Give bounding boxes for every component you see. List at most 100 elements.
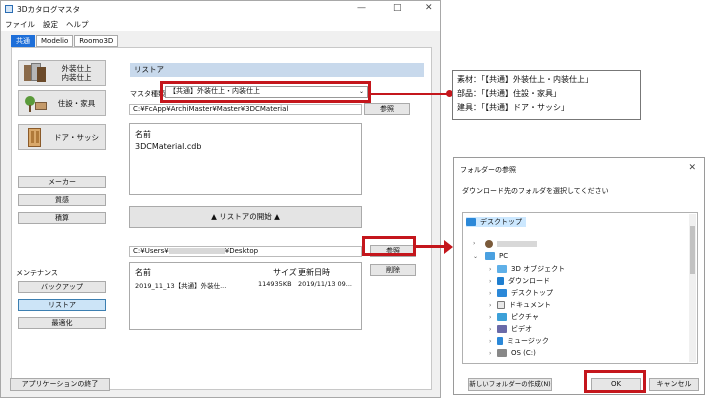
callout-line-material: 素材：「【共通】外装仕上・内装仕上」 <box>457 75 593 84</box>
folder-tree[interactable]: デスクトップ › ⌄ PC › 3D オブジェクト › ダウンロード › デスク… <box>462 212 698 364</box>
music-icon <box>497 337 503 345</box>
tree-item-videos[interactable]: ビデオ <box>497 324 532 334</box>
callout-line-fixtures: 建具：「【共通】ドア・サッシ」 <box>457 103 569 112</box>
close-button[interactable]: ✕ <box>425 3 433 13</box>
tab-common[interactable]: 共通 <box>11 35 35 47</box>
picture-icon <box>497 313 507 321</box>
chevron-right-icon[interactable]: › <box>489 302 491 309</box>
chevron-right-icon[interactable]: › <box>489 278 491 285</box>
drive-icon <box>497 349 507 357</box>
menu-settings[interactable]: 設定 <box>43 19 58 30</box>
menu-help[interactable]: ヘルプ <box>66 19 89 30</box>
master-path-field[interactable]: C:¥FcApp¥ArchiMaster¥Master¥3DCMaterial <box>129 104 362 115</box>
file-row-size: 114935KB <box>258 280 292 288</box>
master-type-highlight <box>160 81 371 103</box>
tree-scrollbar[interactable] <box>689 214 696 362</box>
tree-item-pictures[interactable]: ピクチャ <box>497 312 539 322</box>
category-label: ドア・サッシ <box>54 132 99 142</box>
redacted-user-name <box>497 241 537 247</box>
callout-connector-line <box>371 93 452 95</box>
column-name: 名前 <box>135 268 151 277</box>
backup-button[interactable]: バックアップ <box>18 281 106 293</box>
maintenance-label: メンテナンス <box>16 269 58 277</box>
restore-button[interactable]: リストア <box>18 299 106 311</box>
category-door-sash-button[interactable]: ドア・サッシ <box>18 124 106 150</box>
category-label: 外装仕上 内装仕上 <box>61 64 92 82</box>
dialog-instruction: ダウンロード先のフォルダを選択してください <box>462 187 609 195</box>
desktop-icon <box>497 289 507 297</box>
user-icon <box>485 240 493 248</box>
arrow-right-icon <box>444 240 453 254</box>
menu-bar: ファイル 設定 ヘルプ <box>1 17 440 31</box>
restore-header: リストア <box>130 63 424 77</box>
file-row-name[interactable]: 2019_11_13【共通】外装仕... <box>135 280 226 290</box>
ok-highlight <box>584 370 646 393</box>
list-item[interactable]: 3DCMaterial.cdb <box>135 142 201 151</box>
start-restore-button[interactable]: ▲ リストアの開始 ▲ <box>129 206 362 228</box>
chevron-right-icon[interactable]: › <box>489 338 491 345</box>
column-date: 更新日時 <box>298 268 330 277</box>
download-icon <box>497 277 504 285</box>
tree-item-desktop-folder[interactable]: デスクトップ <box>497 288 553 298</box>
tree-item-music[interactable]: ミュージック <box>497 336 549 346</box>
tree-item-downloads[interactable]: ダウンロード <box>497 276 550 286</box>
tab-bar: 共通 Modelio Roomo3D <box>11 35 119 47</box>
maximize-button[interactable]: □ <box>393 3 402 13</box>
dialog-close-button[interactable]: ✕ <box>688 163 696 173</box>
tab-roomo3d[interactable]: Roomo3D <box>74 35 119 47</box>
pc-icon <box>485 252 495 260</box>
category-callout: 素材：「【共通】外装仕上・内装仕上」 部品：「【共通】住設・家具」 建具：「【共… <box>452 70 641 120</box>
chevron-right-icon[interactable]: › <box>489 326 491 333</box>
file-row-date: 2019/11/13 09... <box>298 280 352 288</box>
chevron-right-icon[interactable]: › <box>489 314 491 321</box>
tree-item-3d-objects[interactable]: 3D オブジェクト <box>497 264 565 274</box>
video-icon <box>497 325 507 333</box>
chevron-right-icon[interactable]: › <box>489 350 491 357</box>
estimate-button[interactable]: 積算 <box>18 212 106 224</box>
maker-button[interactable]: メーカー <box>18 176 106 188</box>
cube-icon <box>497 265 507 273</box>
exit-application-button[interactable]: アプリケーションの終了 <box>10 378 110 391</box>
tree-item-desktop[interactable]: デスクトップ <box>466 217 526 227</box>
app-icon <box>5 5 13 13</box>
chevron-right-icon[interactable]: › <box>489 290 491 297</box>
document-icon <box>497 301 505 309</box>
chevron-right-icon[interactable]: › <box>489 266 491 273</box>
delete-button[interactable]: 削除 <box>370 264 416 276</box>
tree-item-user[interactable] <box>485 239 537 249</box>
destination-path-suffix: ¥Desktop <box>224 247 259 255</box>
door-icon <box>22 127 48 147</box>
window-title: 3Dカタログマスタ <box>17 4 81 14</box>
cancel-button[interactable]: キャンセル <box>649 378 699 391</box>
browse-master-button[interactable]: 参照 <box>364 103 410 115</box>
category-furniture-button[interactable]: 住設・家具 <box>18 90 106 116</box>
redacted-username <box>168 248 225 254</box>
tree-item-pc[interactable]: PC <box>485 251 508 261</box>
category-exterior-interior-button[interactable]: 外装仕上 内装仕上 <box>18 60 106 86</box>
new-folder-button[interactable]: 新しいフォルダーの作成(N) <box>468 378 552 391</box>
category-label: 住設・家具 <box>57 98 96 108</box>
scrollbar-thumb[interactable] <box>690 226 695 274</box>
browse-highlight <box>362 236 416 256</box>
minimize-button[interactable]: — <box>357 3 366 13</box>
chevron-down-icon[interactable]: ⌄ <box>473 253 478 260</box>
chevron-right-icon[interactable]: › <box>473 240 475 247</box>
master-file-list[interactable]: 名前 3DCMaterial.cdb <box>129 123 362 195</box>
title-bar: 3Dカタログマスタ — □ ✕ <box>1 1 440 17</box>
dialog-title: フォルダーの参照 <box>460 166 516 174</box>
tree-item-os-drive[interactable]: OS (C:) <box>497 348 536 358</box>
texture-button[interactable]: 質感 <box>18 194 106 206</box>
menu-file[interactable]: ファイル <box>5 19 35 30</box>
column-size: サイズ <box>273 268 297 277</box>
optimize-button[interactable]: 最適化 <box>18 317 106 329</box>
tab-modelio[interactable]: Modelio <box>36 35 74 47</box>
wall-material-icon <box>22 63 48 83</box>
callout-line-parts: 部品：「【共通】住設・家具」 <box>457 89 561 98</box>
desktop-icon <box>466 218 476 226</box>
catalog-master-window: 3Dカタログマスタ — □ ✕ ファイル 設定 ヘルプ 共通 Modelio R… <box>0 0 441 398</box>
destination-path-field[interactable]: C:¥Users¥ ¥Desktop <box>129 246 362 257</box>
tree-item-documents[interactable]: ドキュメント <box>497 300 551 310</box>
furniture-icon <box>22 93 48 113</box>
backup-file-list[interactable]: 名前 サイズ 更新日時 2019_11_13【共通】外装仕... 114935K… <box>129 262 362 330</box>
arrow-line <box>416 245 446 248</box>
